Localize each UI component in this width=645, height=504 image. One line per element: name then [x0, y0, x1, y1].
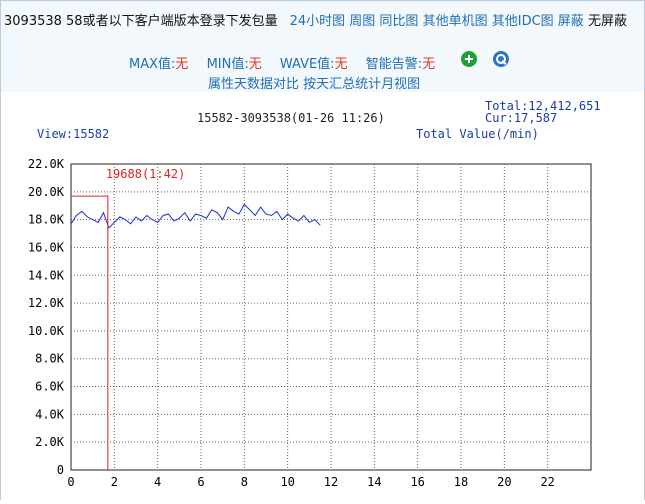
min-label: MIN值: — [206, 57, 249, 72]
link-day-compare[interactable]: 属性天数据对比 — [208, 77, 299, 92]
max-value: 无 — [175, 57, 189, 72]
y-tick-label: 6.0K — [35, 380, 65, 394]
search-icon[interactable] — [493, 51, 509, 67]
chart-container: 15582-3093538(01-26 11:26) View:15582 To… — [0, 92, 645, 500]
x-ticks: 0 2 4 6 8 10 12 14 16 18 20 22 — [67, 475, 555, 489]
y-tick-label: 22.0K — [28, 157, 65, 171]
link-other-idc[interactable]: 其他IDC图 — [492, 14, 554, 29]
x-tick-label: 10 — [280, 475, 294, 489]
y-axis-label: Total Value(/min) — [416, 127, 539, 141]
y-tick-label: 8.0K — [35, 352, 65, 366]
max-label: MAX值: — [129, 57, 176, 72]
view-label: View:15582 — [37, 127, 109, 141]
link-compare[interactable]: 同比图 — [379, 14, 418, 29]
metrics-row: MAX值:无 MIN值:无 WAVE值:无 智能告警:无 — [129, 53, 435, 72]
chart-title: 15582-3093538(01-26 11:26) — [197, 111, 385, 125]
x-tick-label: 20 — [497, 475, 511, 489]
peak-marker — [71, 195, 109, 470]
page-title: 3093538 58或者以下客户端版本登录下发包量 — [4, 14, 278, 29]
y-tick-label: 12.0K — [28, 296, 65, 310]
x-tick-label: 14 — [367, 475, 381, 489]
x-tick-label: 12 — [324, 475, 338, 489]
x-tick-label: 8 — [241, 475, 248, 489]
y-tick-label: 14.0K — [28, 268, 65, 282]
x-tick-label: 18 — [454, 475, 468, 489]
peak-annotation: 19688(1:42) — [71, 167, 185, 470]
y-tick-label: 10.0K — [28, 324, 65, 338]
series-line — [70, 203, 321, 229]
y-tick-label: 2.0K — [35, 435, 65, 449]
x-tick-label: 22 — [540, 475, 554, 489]
link-week[interactable]: 周图 — [349, 14, 375, 29]
chart-svg: 15582-3093538(01-26 11:26) View:15582 To… — [28, 99, 601, 489]
add-icon[interactable] — [461, 51, 477, 67]
link-month-view[interactable]: 按天汇总统计月视图 — [303, 77, 420, 92]
peak-label: 19688(1:42) — [106, 167, 185, 181]
alert-value: 无 — [422, 57, 436, 72]
x-tick-label: 4 — [154, 475, 161, 489]
chart-header: 3093538 58或者以下客户端版本登录下发包量 24小时图 周图 同比图 其他… — [0, 0, 645, 94]
title-line: 3093538 58或者以下客户端版本登录下发包量 24小时图 周图 同比图 其他… — [4, 13, 640, 30]
x-tick-label: 2 — [111, 475, 118, 489]
y-tick-label: 18.0K — [28, 213, 65, 227]
min-value: 无 — [248, 57, 262, 72]
y-tick-label: 20.0K — [28, 185, 65, 199]
link-24h[interactable]: 24小时图 — [290, 14, 346, 29]
x-tick-label: 6 — [197, 475, 204, 489]
x-tick-label: 0 — [67, 475, 74, 489]
alert-label: 智能告警: — [365, 57, 423, 72]
link-other-machine[interactable]: 其他单机图 — [423, 14, 488, 29]
wave-value: 无 — [334, 57, 348, 72]
block-status: 无屏蔽 — [587, 14, 627, 29]
y-ticks: 0 2.0K 4.0K 6.0K 8.0K 10.0K 12.0K 14.0K 16.0K 18.… — [28, 157, 65, 477]
cur-label: Cur:17,587 — [485, 111, 557, 125]
link-block[interactable]: 屏蔽 — [558, 14, 584, 29]
y-tick-label: 0 — [57, 463, 64, 477]
y-tick-label: 16.0K — [28, 240, 65, 254]
grid-layer — [71, 164, 591, 470]
wave-label: WAVE值: — [279, 57, 335, 72]
x-tick-label: 16 — [410, 475, 424, 489]
y-tick-label: 4.0K — [35, 407, 65, 421]
sub-links-row: 属性天数据对比 按天汇总统计月视图 — [208, 73, 420, 92]
